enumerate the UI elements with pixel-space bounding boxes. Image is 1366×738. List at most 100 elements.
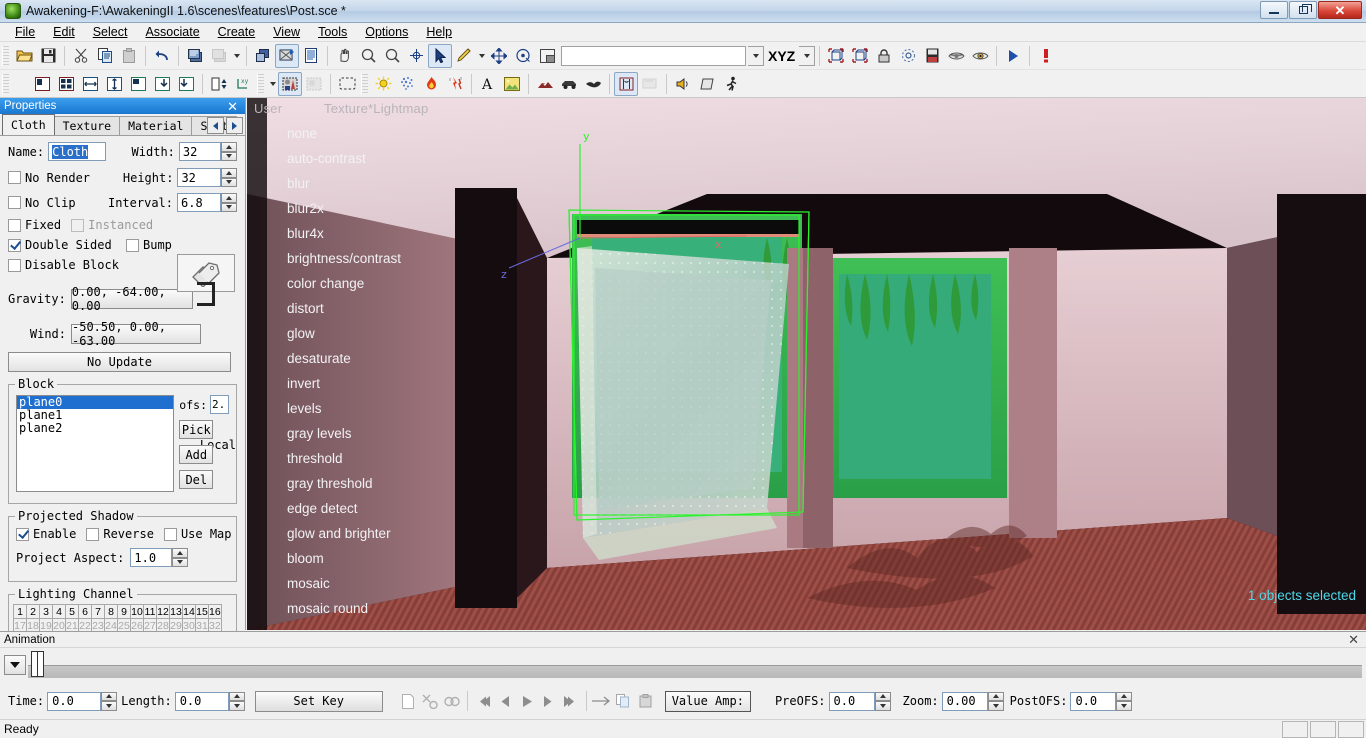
time-down-icon[interactable]: [101, 701, 117, 711]
tab-material[interactable]: Material: [119, 116, 192, 135]
width-up-icon[interactable]: [221, 142, 237, 152]
group-icon[interactable]: [251, 44, 275, 68]
lighting-channel-cell[interactable]: 10: [130, 604, 143, 619]
delete-key-icon[interactable]: [419, 690, 441, 712]
rotate-icon[interactable]: [511, 44, 535, 68]
filter-item-brightness-contrast[interactable]: brightness/contrast: [287, 251, 401, 266]
time-input[interactable]: 0.0: [47, 692, 101, 711]
tab-scroll-right-icon[interactable]: [226, 117, 243, 134]
list-item[interactable]: plane2: [17, 422, 173, 435]
skip-end-icon[interactable]: [560, 690, 582, 712]
text-icon[interactable]: A: [476, 72, 500, 96]
filter-item-distort[interactable]: distort: [287, 301, 324, 316]
menu-view[interactable]: View: [264, 24, 309, 40]
filter-item-levels[interactable]: levels: [287, 401, 322, 416]
filter-item-gray-threshold[interactable]: gray threshold: [287, 476, 373, 491]
toolbar2-grip-2[interactable]: [257, 74, 264, 94]
lighting-channel-cell[interactable]: 1: [13, 604, 26, 619]
skip-start-icon[interactable]: [472, 690, 494, 712]
pencil-dropdown-icon[interactable]: [476, 44, 487, 68]
lighting-channel-cell[interactable]: 3: [39, 604, 52, 619]
ofs-input[interactable]: 2.: [210, 395, 229, 414]
floppy-icon[interactable]: [920, 44, 944, 68]
texture-disabled-icon[interactable]: [302, 72, 326, 96]
name-input[interactable]: Cloth: [48, 142, 105, 161]
bbox-icon[interactable]: [824, 44, 848, 68]
image-icon[interactable]: [500, 72, 524, 96]
dotted-circle-icon[interactable]: [896, 44, 920, 68]
step-back-icon[interactable]: [494, 690, 516, 712]
character-icon[interactable]: [719, 72, 743, 96]
shadow-reverse-checkbox[interactable]: Reverse: [86, 527, 154, 541]
render-preview-icon[interactable]: [207, 44, 231, 68]
copy-icon[interactable]: [613, 690, 635, 712]
preofs-up-icon[interactable]: [875, 692, 891, 702]
length-input[interactable]: 0.0: [175, 692, 229, 711]
filter-item-gray-levels[interactable]: gray levels: [287, 426, 352, 441]
object-name-combo[interactable]: [561, 46, 746, 66]
no-render-checkbox[interactable]: No Render: [8, 171, 113, 185]
align-vertical-icon[interactable]: [102, 72, 126, 96]
lighting-channel-cell[interactable]: 11: [143, 604, 156, 619]
aspect-up-icon[interactable]: [172, 548, 188, 558]
postofs-input[interactable]: 0.0: [1070, 692, 1116, 711]
height-input[interactable]: 32: [177, 168, 221, 187]
align-bottom-right-icon[interactable]: [150, 72, 174, 96]
step-forward-icon[interactable]: [538, 690, 560, 712]
toolbar2-grip-3[interactable]: [361, 74, 368, 94]
zoom-stepper[interactable]: [988, 692, 1004, 711]
align-bottom-left-icon[interactable]: [174, 72, 198, 96]
del-button[interactable]: Del: [179, 470, 213, 489]
link-key-icon[interactable]: [441, 690, 463, 712]
list-properties-icon[interactable]: [299, 44, 323, 68]
lighting-channel-cell[interactable]: 16: [208, 604, 222, 619]
marquee-icon[interactable]: [335, 72, 359, 96]
lighting-channel-cell[interactable]: 2: [26, 604, 39, 619]
interval-stepper[interactable]: [221, 193, 237, 212]
zoom-input[interactable]: 0.00: [942, 692, 988, 711]
eye-open-icon[interactable]: [968, 44, 992, 68]
lighting-channel-cell[interactable]: 5: [65, 604, 78, 619]
zoom-up-icon[interactable]: [988, 692, 1004, 702]
interval-up-icon[interactable]: [221, 193, 237, 203]
zoom-magnifier-icon[interactable]: [356, 44, 380, 68]
pencil-icon[interactable]: [452, 44, 476, 68]
menu-options[interactable]: Options: [356, 24, 417, 40]
particle-icon[interactable]: [395, 72, 419, 96]
preofs-input[interactable]: 0.0: [829, 692, 875, 711]
preofs-stepper[interactable]: [875, 692, 891, 711]
postofs-down-icon[interactable]: [1116, 701, 1132, 711]
aspect-down-icon[interactable]: [172, 558, 188, 568]
length-down-icon[interactable]: [229, 701, 245, 711]
no-update-button[interactable]: No Update: [8, 352, 231, 372]
alert-icon[interactable]: [1034, 44, 1058, 68]
lighting-channel-cell[interactable]: 7: [91, 604, 104, 619]
shadow-enable-checkbox[interactable]: Enable: [16, 527, 76, 541]
sprite-disabled-icon[interactable]: [638, 72, 662, 96]
toolbar-grip[interactable]: [2, 46, 9, 66]
light-dropdown-icon[interactable]: [267, 72, 278, 96]
timeline-playhead[interactable]: [31, 651, 44, 677]
layout-icon[interactable]: [535, 44, 559, 68]
pan-hand-icon[interactable]: [332, 44, 356, 68]
project-aspect-stepper[interactable]: [172, 548, 188, 567]
bump-checkbox[interactable]: Bump: [126, 238, 172, 252]
move-icon[interactable]: [487, 44, 511, 68]
length-up-icon[interactable]: [229, 692, 245, 702]
vehicle-icon[interactable]: [557, 72, 581, 96]
height-down-icon[interactable]: [221, 178, 237, 188]
scene-properties-icon[interactable]: [275, 44, 299, 68]
bbox2-icon[interactable]: [848, 44, 872, 68]
lighting-channel-cell[interactable]: 9: [117, 604, 130, 619]
object-name-combo-arrow[interactable]: [748, 46, 764, 66]
filter-item-edge-detect[interactable]: edge detect: [287, 501, 358, 516]
filter-item-auto-contrast[interactable]: auto-contrast: [287, 151, 366, 166]
play-icon[interactable]: [1001, 44, 1025, 68]
height-stepper[interactable]: [221, 168, 237, 187]
cut-scissors-icon[interactable]: [69, 44, 93, 68]
width-down-icon[interactable]: [221, 152, 237, 162]
shadow-use-map-checkbox[interactable]: Use Map: [164, 527, 232, 541]
filter-item-threshold[interactable]: threshold: [287, 451, 343, 466]
render-icon[interactable]: [183, 44, 207, 68]
filter-item-bloom[interactable]: bloom: [287, 551, 324, 566]
